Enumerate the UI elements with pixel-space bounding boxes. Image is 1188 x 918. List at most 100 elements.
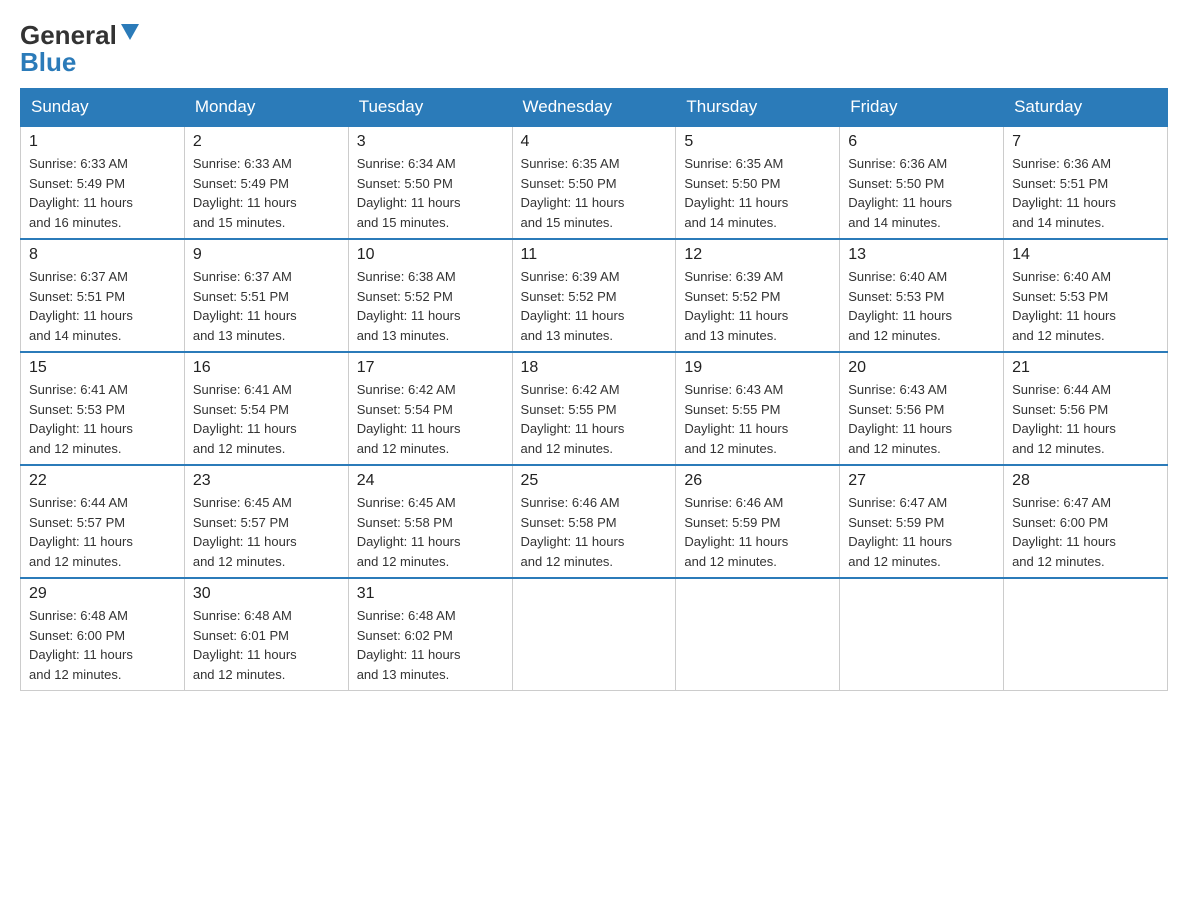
calendar-cell: 18 Sunrise: 6:42 AM Sunset: 5:55 PM Dayl… [512,352,676,465]
calendar-cell [676,578,840,691]
day-info: Sunrise: 6:37 AM Sunset: 5:51 PM Dayligh… [29,267,176,345]
calendar-cell: 12 Sunrise: 6:39 AM Sunset: 5:52 PM Dayl… [676,239,840,352]
day-info: Sunrise: 6:46 AM Sunset: 5:58 PM Dayligh… [521,493,668,571]
logo-triangle-icon [119,20,141,42]
day-info: Sunrise: 6:41 AM Sunset: 5:53 PM Dayligh… [29,380,176,458]
calendar-cell: 27 Sunrise: 6:47 AM Sunset: 5:59 PM Dayl… [840,465,1004,578]
day-number: 9 [193,246,340,264]
day-number: 21 [1012,359,1159,377]
day-number: 31 [357,585,504,603]
day-number: 23 [193,472,340,490]
day-number: 5 [684,133,831,151]
calendar-cell: 7 Sunrise: 6:36 AM Sunset: 5:51 PM Dayli… [1004,126,1168,239]
calendar-cell: 15 Sunrise: 6:41 AM Sunset: 5:53 PM Dayl… [21,352,185,465]
calendar-cell: 20 Sunrise: 6:43 AM Sunset: 5:56 PM Dayl… [840,352,1004,465]
calendar-cell: 6 Sunrise: 6:36 AM Sunset: 5:50 PM Dayli… [840,126,1004,239]
calendar-cell: 30 Sunrise: 6:48 AM Sunset: 6:01 PM Dayl… [184,578,348,691]
day-number: 30 [193,585,340,603]
day-info: Sunrise: 6:48 AM Sunset: 6:00 PM Dayligh… [29,606,176,684]
day-info: Sunrise: 6:33 AM Sunset: 5:49 PM Dayligh… [193,154,340,232]
day-number: 26 [684,472,831,490]
week-row-3: 15 Sunrise: 6:41 AM Sunset: 5:53 PM Dayl… [21,352,1168,465]
logo-blue-line: Blue [20,47,76,78]
day-info: Sunrise: 6:47 AM Sunset: 6:00 PM Dayligh… [1012,493,1159,571]
day-number: 7 [1012,133,1159,151]
day-number: 18 [521,359,668,377]
calendar-cell: 3 Sunrise: 6:34 AM Sunset: 5:50 PM Dayli… [348,126,512,239]
calendar-cell [840,578,1004,691]
calendar-cell: 22 Sunrise: 6:44 AM Sunset: 5:57 PM Dayl… [21,465,185,578]
logo: General Blue [20,20,141,78]
weekday-header-sunday: Sunday [21,89,185,127]
calendar-cell: 10 Sunrise: 6:38 AM Sunset: 5:52 PM Dayl… [348,239,512,352]
day-info: Sunrise: 6:48 AM Sunset: 6:02 PM Dayligh… [357,606,504,684]
calendar-cell: 17 Sunrise: 6:42 AM Sunset: 5:54 PM Dayl… [348,352,512,465]
day-info: Sunrise: 6:39 AM Sunset: 5:52 PM Dayligh… [684,267,831,345]
day-number: 29 [29,585,176,603]
day-number: 1 [29,133,176,151]
day-number: 16 [193,359,340,377]
day-info: Sunrise: 6:46 AM Sunset: 5:59 PM Dayligh… [684,493,831,571]
day-info: Sunrise: 6:33 AM Sunset: 5:49 PM Dayligh… [29,154,176,232]
weekday-header-tuesday: Tuesday [348,89,512,127]
page-header: General Blue [20,20,1168,78]
calendar-cell: 9 Sunrise: 6:37 AM Sunset: 5:51 PM Dayli… [184,239,348,352]
calendar-cell: 26 Sunrise: 6:46 AM Sunset: 5:59 PM Dayl… [676,465,840,578]
day-number: 4 [521,133,668,151]
day-number: 17 [357,359,504,377]
weekday-header-wednesday: Wednesday [512,89,676,127]
calendar-cell: 4 Sunrise: 6:35 AM Sunset: 5:50 PM Dayli… [512,126,676,239]
calendar-cell [1004,578,1168,691]
day-info: Sunrise: 6:42 AM Sunset: 5:54 PM Dayligh… [357,380,504,458]
week-row-4: 22 Sunrise: 6:44 AM Sunset: 5:57 PM Dayl… [21,465,1168,578]
calendar-cell: 29 Sunrise: 6:48 AM Sunset: 6:00 PM Dayl… [21,578,185,691]
day-info: Sunrise: 6:42 AM Sunset: 5:55 PM Dayligh… [521,380,668,458]
weekday-header-thursday: Thursday [676,89,840,127]
day-number: 22 [29,472,176,490]
day-number: 15 [29,359,176,377]
calendar-cell: 23 Sunrise: 6:45 AM Sunset: 5:57 PM Dayl… [184,465,348,578]
day-number: 8 [29,246,176,264]
calendar-cell: 11 Sunrise: 6:39 AM Sunset: 5:52 PM Dayl… [512,239,676,352]
day-info: Sunrise: 6:35 AM Sunset: 5:50 PM Dayligh… [684,154,831,232]
weekday-header-saturday: Saturday [1004,89,1168,127]
day-info: Sunrise: 6:44 AM Sunset: 5:57 PM Dayligh… [29,493,176,571]
calendar-cell: 28 Sunrise: 6:47 AM Sunset: 6:00 PM Dayl… [1004,465,1168,578]
calendar-cell: 14 Sunrise: 6:40 AM Sunset: 5:53 PM Dayl… [1004,239,1168,352]
day-info: Sunrise: 6:41 AM Sunset: 5:54 PM Dayligh… [193,380,340,458]
day-info: Sunrise: 6:35 AM Sunset: 5:50 PM Dayligh… [521,154,668,232]
calendar-cell: 5 Sunrise: 6:35 AM Sunset: 5:50 PM Dayli… [676,126,840,239]
day-number: 28 [1012,472,1159,490]
day-info: Sunrise: 6:38 AM Sunset: 5:52 PM Dayligh… [357,267,504,345]
week-row-2: 8 Sunrise: 6:37 AM Sunset: 5:51 PM Dayli… [21,239,1168,352]
day-info: Sunrise: 6:39 AM Sunset: 5:52 PM Dayligh… [521,267,668,345]
day-info: Sunrise: 6:37 AM Sunset: 5:51 PM Dayligh… [193,267,340,345]
calendar-cell: 25 Sunrise: 6:46 AM Sunset: 5:58 PM Dayl… [512,465,676,578]
weekday-header-friday: Friday [840,89,1004,127]
day-info: Sunrise: 6:34 AM Sunset: 5:50 PM Dayligh… [357,154,504,232]
calendar-cell: 13 Sunrise: 6:40 AM Sunset: 5:53 PM Dayl… [840,239,1004,352]
day-info: Sunrise: 6:48 AM Sunset: 6:01 PM Dayligh… [193,606,340,684]
day-info: Sunrise: 6:45 AM Sunset: 5:58 PM Dayligh… [357,493,504,571]
calendar-cell [512,578,676,691]
day-info: Sunrise: 6:40 AM Sunset: 5:53 PM Dayligh… [1012,267,1159,345]
day-number: 10 [357,246,504,264]
week-row-1: 1 Sunrise: 6:33 AM Sunset: 5:49 PM Dayli… [21,126,1168,239]
day-number: 20 [848,359,995,377]
weekday-header-monday: Monday [184,89,348,127]
day-info: Sunrise: 6:43 AM Sunset: 5:56 PM Dayligh… [848,380,995,458]
day-number: 19 [684,359,831,377]
day-info: Sunrise: 6:40 AM Sunset: 5:53 PM Dayligh… [848,267,995,345]
day-info: Sunrise: 6:44 AM Sunset: 5:56 PM Dayligh… [1012,380,1159,458]
calendar-cell: 16 Sunrise: 6:41 AM Sunset: 5:54 PM Dayl… [184,352,348,465]
day-number: 2 [193,133,340,151]
calendar-cell: 21 Sunrise: 6:44 AM Sunset: 5:56 PM Dayl… [1004,352,1168,465]
day-info: Sunrise: 6:47 AM Sunset: 5:59 PM Dayligh… [848,493,995,571]
day-number: 14 [1012,246,1159,264]
calendar-table: SundayMondayTuesdayWednesdayThursdayFrid… [20,88,1168,691]
calendar-cell: 8 Sunrise: 6:37 AM Sunset: 5:51 PM Dayli… [21,239,185,352]
day-number: 11 [521,246,668,264]
day-number: 3 [357,133,504,151]
weekday-header-row: SundayMondayTuesdayWednesdayThursdayFrid… [21,89,1168,127]
day-info: Sunrise: 6:36 AM Sunset: 5:50 PM Dayligh… [848,154,995,232]
